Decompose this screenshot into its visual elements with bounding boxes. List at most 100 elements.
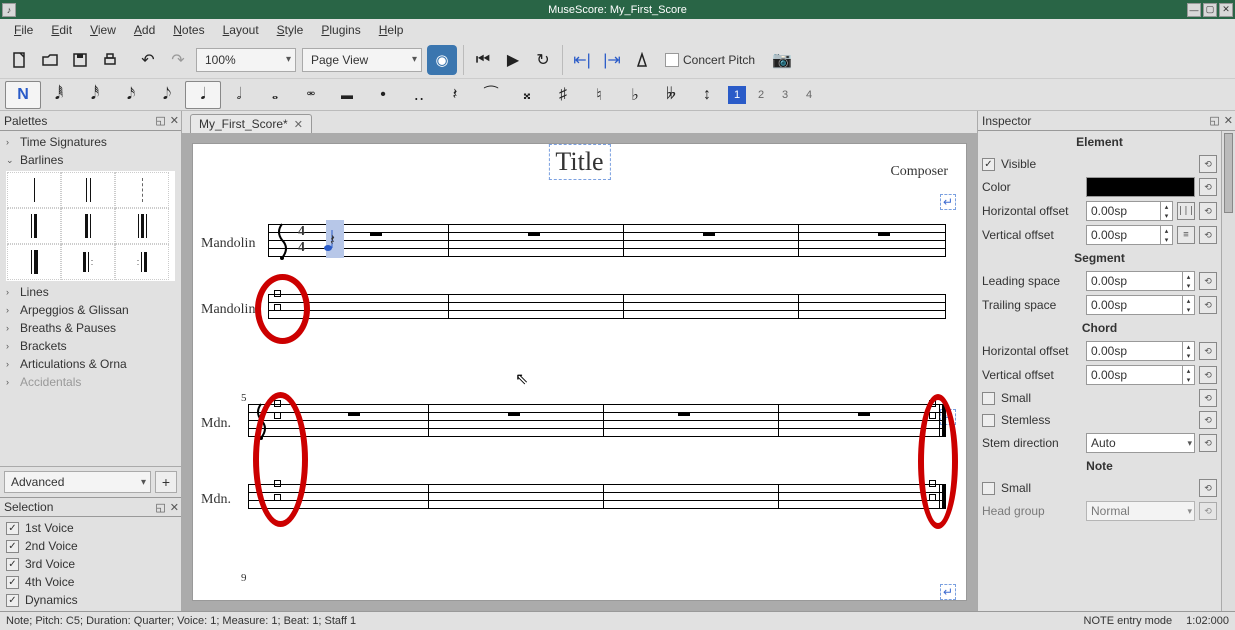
menu-help[interactable]: Help <box>370 21 413 39</box>
note-input-mode-button[interactable]: N <box>5 81 41 109</box>
leading-reset[interactable]: ⟲ <box>1199 272 1217 290</box>
color-picker[interactable] <box>1086 177 1195 197</box>
close-button[interactable]: ✕ <box>1219 3 1233 17</box>
barline-start-repeat-only[interactable]: : <box>61 244 115 280</box>
voice4-checkbox[interactable]: ✓ <box>6 576 19 589</box>
voice-3[interactable]: 3 <box>776 86 794 104</box>
visible-reset[interactable]: ⟲ <box>1199 155 1217 173</box>
hoffset-input[interactable]: 0.00sp▴▾ <box>1086 201 1173 221</box>
chord-hoffset-input[interactable]: 0.00sp▴▾ <box>1086 341 1195 361</box>
stemless-reset[interactable]: ⟲ <box>1199 411 1217 429</box>
duration-8th[interactable]: 𝅘𝅥𝅮 <box>149 81 185 109</box>
undo-button[interactable]: ↶ <box>133 45 163 75</box>
rest-button[interactable]: 𝄽 <box>437 81 473 109</box>
menu-add[interactable]: Add <box>125 21 164 39</box>
duration-longa[interactable]: ▬ <box>329 81 365 109</box>
open-button[interactable] <box>35 45 65 75</box>
loop-in-button[interactable]: ⇤| <box>567 45 597 75</box>
barline-dashed[interactable] <box>115 172 169 208</box>
view-mode-selector[interactable]: Page View <box>302 48 422 72</box>
palette-articulations[interactable]: ›Articulations & Orna <box>0 355 181 373</box>
rewind-button[interactable]: ⏮ <box>468 45 498 75</box>
barline-end-repeat[interactable] <box>7 208 61 244</box>
minimize-button[interactable]: — <box>1187 3 1201 17</box>
menu-edit[interactable]: Edit <box>42 21 81 39</box>
midi-input-button[interactable]: ◉ <box>427 45 457 75</box>
barline-final[interactable] <box>7 244 61 280</box>
save-button[interactable] <box>65 45 95 75</box>
menu-plugins[interactable]: Plugins <box>312 21 369 39</box>
palette-breaths[interactable]: ›Breaths & Pauses <box>0 319 181 337</box>
note-small-reset[interactable]: ⟲ <box>1199 479 1217 497</box>
stem-direction-select[interactable]: Auto <box>1086 433 1195 453</box>
double-dotted-note[interactable]: ‥ <box>401 81 437 109</box>
duration-quarter[interactable]: 𝅘𝅥 <box>185 81 221 109</box>
staff-2[interactable] <box>248 404 946 436</box>
menu-notes[interactable]: Notes <box>164 21 213 39</box>
chord-voffset-input[interactable]: 0.00sp▴▾ <box>1086 365 1195 385</box>
palettes-close-icon[interactable]: ✕ <box>170 114 179 127</box>
trailing-input[interactable]: 0.00sp▴▾ <box>1086 295 1195 315</box>
note-small-checkbox[interactable] <box>982 482 995 495</box>
palette-arpeggios[interactable]: ›Arpeggios & Glissan <box>0 301 181 319</box>
small-checkbox[interactable] <box>982 392 995 405</box>
leading-input[interactable]: 0.00sp▴▾ <box>1086 271 1195 291</box>
document-tab[interactable]: My_First_Score* ✕ <box>190 114 312 133</box>
dotted-note[interactable]: • <box>365 81 401 109</box>
voice-2[interactable]: 2 <box>752 86 770 104</box>
natural[interactable]: ♮ <box>581 81 617 109</box>
line-break-marker[interactable]: ↵ <box>940 194 956 210</box>
image-capture-button[interactable]: 📷 <box>767 45 797 75</box>
duration-64th[interactable]: 𝅘𝅥𝅱 <box>41 81 77 109</box>
score-page[interactable]: Title Composer ↵ ↵ ↵ Mandolin Mandolin 4… <box>192 143 967 601</box>
palette-accidentals[interactable]: ›Accidentals <box>0 373 181 391</box>
barline-start-repeat[interactable] <box>61 208 115 244</box>
score-composer[interactable]: Composer <box>890 164 948 180</box>
flat[interactable]: ♭ <box>617 81 653 109</box>
loop-button[interactable]: ↻ <box>528 45 558 75</box>
head-group-select[interactable]: Normal <box>1086 501 1195 521</box>
line-break-marker-3[interactable]: ↵ <box>940 584 956 600</box>
add-workspace-button[interactable]: + <box>155 471 177 493</box>
staff-2-tab[interactable] <box>248 484 946 508</box>
concert-pitch-checkbox[interactable] <box>665 53 679 67</box>
hoffset-reset[interactable]: ⟲ <box>1199 202 1217 220</box>
score-title[interactable]: Title <box>548 144 610 180</box>
palette-brackets[interactable]: ›Brackets <box>0 337 181 355</box>
zoom-selector[interactable]: 100% <box>196 48 296 72</box>
menu-view[interactable]: View <box>81 21 125 39</box>
voffset-input[interactable]: 0.00sp▴▾ <box>1086 225 1173 245</box>
workspace-selector[interactable]: Advanced <box>4 471 151 493</box>
metronome-button[interactable] <box>627 45 657 75</box>
palette-lines[interactable]: ›Lines <box>0 283 181 301</box>
stemdir-reset[interactable]: ⟲ <box>1199 434 1217 452</box>
barline-end-repeat-only[interactable]: : <box>115 244 169 280</box>
maximize-button[interactable]: ▢ <box>1203 3 1217 17</box>
voice-1[interactable]: 1 <box>728 86 746 104</box>
play-button[interactable]: ▶ <box>498 45 528 75</box>
inspector-close-icon[interactable]: ✕ <box>1224 114 1233 127</box>
dynamics-checkbox[interactable]: ✓ <box>6 594 19 607</box>
barline-normal[interactable] <box>7 172 61 208</box>
flip-direction[interactable]: ↕ <box>689 81 725 109</box>
staff-1-tab[interactable] <box>268 294 946 318</box>
small-reset[interactable]: ⟲ <box>1199 389 1217 407</box>
tie-button[interactable]: ⁀ <box>473 81 509 109</box>
loop-out-button[interactable]: |⇥ <box>597 45 627 75</box>
print-button[interactable] <box>95 45 125 75</box>
chord-voffset-reset[interactable]: ⟲ <box>1199 366 1217 384</box>
menu-layout[interactable]: Layout <box>214 21 268 39</box>
barline-end-start-repeat[interactable] <box>115 208 169 244</box>
menu-file[interactable]: File <box>5 21 42 39</box>
duration-whole[interactable]: 𝅝 <box>257 81 293 109</box>
voice1-checkbox[interactable]: ✓ <box>6 522 19 535</box>
score-scroll-area[interactable]: Title Composer ↵ ↵ ↵ Mandolin Mandolin 4… <box>182 133 977 611</box>
voice-4[interactable]: 4 <box>800 86 818 104</box>
inspector-float-icon[interactable]: ◱ <box>1209 114 1219 127</box>
color-reset[interactable]: ⟲ <box>1199 178 1217 196</box>
hoffset-extra[interactable]: ||| <box>1177 202 1195 220</box>
selection-float-icon[interactable]: ◱ <box>155 501 165 514</box>
double-sharp[interactable]: 𝄪 <box>509 81 545 109</box>
tab-close-icon[interactable]: ✕ <box>294 118 303 131</box>
selection-close-icon[interactable]: ✕ <box>170 501 179 514</box>
